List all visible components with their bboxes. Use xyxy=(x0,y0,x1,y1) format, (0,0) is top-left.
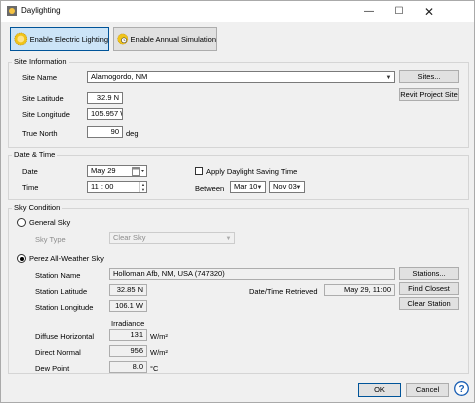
true-north-unit: deg xyxy=(126,129,139,138)
title-bar: Daylighting — ☐ ✕ xyxy=(1,1,474,22)
station-longitude-field: 106.1 W xyxy=(109,300,147,312)
dst-end-picker[interactable]: Nov 03 ▼ xyxy=(269,181,305,193)
irradiance-label: Irradiance xyxy=(111,319,145,328)
true-north-label: True North xyxy=(22,129,58,138)
calendar-icon xyxy=(132,167,144,176)
date-picker[interactable]: May 29 xyxy=(87,165,147,177)
site-information-label: Site Information xyxy=(12,57,69,66)
diffuse-horizontal-field: 131 xyxy=(109,329,147,341)
sky-condition-label: Sky Condition xyxy=(12,203,63,212)
site-latitude-label: Site Latitude xyxy=(22,94,64,103)
true-north-field[interactable]: 90 xyxy=(87,126,123,138)
enable-annual-simulation-button[interactable]: Enable Annual Simulation xyxy=(113,27,217,51)
station-longitude-label: Station Longitude xyxy=(35,303,94,312)
svg-text:?: ? xyxy=(458,384,464,395)
direct-normal-label: Direct Normal xyxy=(35,348,81,357)
chevron-down-icon: ▼ xyxy=(385,74,392,81)
station-latitude-label: Station Latitude xyxy=(35,287,88,296)
perez-sky-label: Perez All-Weather Sky xyxy=(29,254,104,263)
stations-button[interactable]: Stations... xyxy=(399,267,459,280)
chevron-down-icon: ▼ xyxy=(225,235,232,242)
help-icon[interactable]: ? xyxy=(454,381,469,396)
ok-button[interactable]: OK xyxy=(358,383,401,397)
dew-point-label: Dew Point xyxy=(35,364,70,373)
enable-electric-lighting-button[interactable]: Enable Electric Lighting xyxy=(10,27,109,51)
dew-point-unit: °C xyxy=(150,364,159,373)
date-time-retrieved-field: May 29, 11:00 xyxy=(324,284,395,296)
chevron-down-icon: ▼ xyxy=(295,184,302,191)
direct-normal-unit: W/m² xyxy=(150,348,168,357)
sites-button[interactable]: Sites... xyxy=(399,70,459,83)
daylighting-dialog: Daylighting — ☐ ✕ Enable Electric Lighti… xyxy=(0,0,475,403)
dst-start-picker[interactable]: Mar 10 ▼ xyxy=(230,181,266,193)
general-sky-label: General Sky xyxy=(29,218,71,227)
site-longitude-field[interactable]: 105.957 W xyxy=(87,108,123,120)
dst-label: Apply Daylight Saving Time xyxy=(206,167,298,176)
window-title: Daylighting xyxy=(21,6,61,15)
sky-type-label: Sky Type xyxy=(35,235,66,244)
station-name-field: Holloman Afb, NM, USA (747320) xyxy=(109,268,395,280)
close-icon[interactable]: ✕ xyxy=(414,1,444,22)
site-longitude-label: Site Longitude xyxy=(22,110,70,119)
site-name-combo[interactable]: Alamogordo, NM ▼ xyxy=(87,71,395,83)
sky-type-combo[interactable]: Clear Sky ▼ xyxy=(109,232,235,244)
minimize-icon[interactable]: — xyxy=(354,1,384,22)
perez-sky-radio[interactable] xyxy=(17,254,26,263)
maximize-icon[interactable]: ☐ xyxy=(384,1,414,22)
sun-clock-icon xyxy=(117,33,129,45)
clear-station-button[interactable]: Clear Station xyxy=(399,297,459,310)
chevron-down-icon: ▼ xyxy=(256,184,263,191)
cancel-button[interactable]: Cancel xyxy=(406,383,449,397)
app-icon xyxy=(7,6,17,16)
dew-point-field: 8.0 xyxy=(109,361,147,373)
revit-project-site-button[interactable]: Revit Project Site xyxy=(399,88,459,101)
time-spinner[interactable]: ▲ ▼ xyxy=(139,182,146,192)
date-time-label: Date & Time xyxy=(12,150,58,159)
find-closest-button[interactable]: Find Closest xyxy=(399,282,459,295)
between-label: Between xyxy=(195,184,225,193)
diffuse-horizontal-label: Diffuse Horizontal xyxy=(35,332,95,341)
date-time-group xyxy=(8,155,469,200)
dst-checkbox[interactable] xyxy=(195,167,203,175)
site-name-label: Site Name xyxy=(22,73,58,82)
sun-icon xyxy=(14,32,28,46)
site-latitude-field[interactable]: 32.9 N xyxy=(87,92,123,104)
general-sky-radio[interactable] xyxy=(17,218,26,227)
station-latitude-field: 32.85 N xyxy=(109,284,147,296)
date-time-retrieved-label: Date/Time Retrieved xyxy=(249,287,318,296)
diffuse-horizontal-unit: W/m² xyxy=(150,332,168,341)
time-picker[interactable]: 11 : 00 ▲ ▼ xyxy=(87,181,147,193)
station-name-label: Station Name xyxy=(35,271,81,280)
date-label: Date xyxy=(22,167,38,176)
direct-normal-field: 956 xyxy=(109,345,147,357)
time-label: Time xyxy=(22,183,39,192)
